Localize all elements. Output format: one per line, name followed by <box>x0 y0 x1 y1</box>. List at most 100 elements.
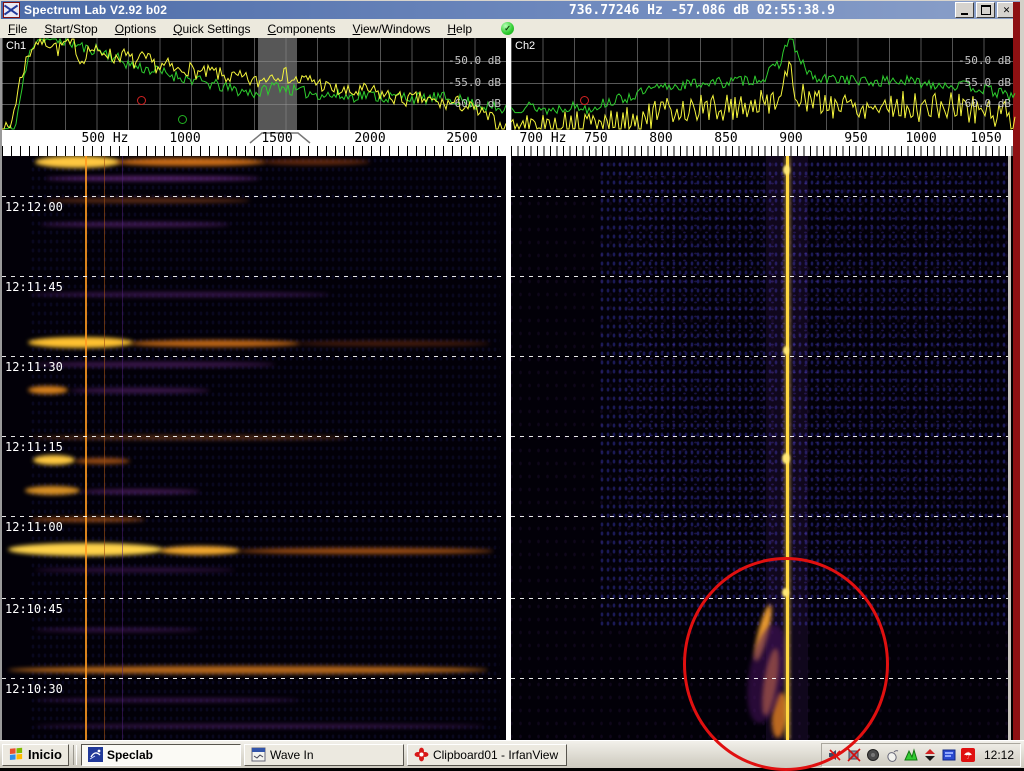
signal-streak <box>70 388 210 393</box>
time-gridline <box>2 598 506 599</box>
menu-item-options[interactable]: Options <box>115 22 156 36</box>
cursor-marker-icon <box>137 96 146 105</box>
menu-item-file[interactable]: File <box>8 22 27 36</box>
noise-texture <box>599 160 1008 630</box>
time-gridline <box>2 196 506 197</box>
spectrum-panel-ch2[interactable]: Ch2 -50.0 dB-55.0 dB-60.0 dB <box>511 38 1016 130</box>
freq-scale-right[interactable]: 700 Hz75080085090095010001050 <box>511 130 1019 156</box>
taskbar-button-label: Clipboard01 - IrfanView <box>433 748 558 762</box>
windows-logo-icon <box>9 747 24 762</box>
mouse-icon[interactable] <box>885 748 899 762</box>
time-axis-label: 12:11:00 <box>5 520 63 534</box>
noise-texture <box>30 156 500 740</box>
menu-item-components[interactable]: Components <box>268 22 336 36</box>
updown-arrows-icon[interactable] <box>923 748 937 762</box>
signal-streak <box>28 386 68 394</box>
db-axis-label: -60.0 dB <box>448 97 501 110</box>
desktop: { "window": { "title": "Spectrum Lab V2.… <box>0 0 1024 768</box>
cursor-marker-icon <box>580 96 589 105</box>
taskbar-button-speclab[interactable]: Speclab <box>81 744 241 766</box>
db-axis-label: -55.0 dB <box>958 76 1011 89</box>
menu-item-help[interactable]: Help <box>447 22 472 36</box>
taskbar-button-label: Speclab <box>107 748 153 762</box>
minimize-icon <box>961 13 968 15</box>
task-buttons: Speclab Wave In Clipboard01 - IrfanView <box>81 744 567 766</box>
menu-item-view-windows[interactable]: View/Windows <box>353 22 431 36</box>
wavein-icon <box>251 747 266 762</box>
freq-tick-label: 800 <box>649 131 672 146</box>
audio-device-disabled-icon[interactable] <box>847 748 861 762</box>
freq-scale-left[interactable]: 500 Hz1000150020002500 <box>2 130 506 156</box>
avira-antivirus-icon[interactable]: ☂ <box>961 748 975 762</box>
waterfall-ch2[interactable] <box>511 156 1008 740</box>
menu-bar: File Start/Stop Options Quick Settings Compo… <box>0 19 1024 38</box>
taskbar-button-label: Wave In <box>270 748 314 762</box>
time-gridline <box>2 436 506 437</box>
taskbar-button-clipboard01-irfanview[interactable]: Clipboard01 - IrfanView <box>407 744 567 766</box>
spectrum-traces-ch2 <box>511 38 1016 130</box>
network-monitor-icon[interactable] <box>904 748 918 762</box>
noise-texture <box>621 176 981 596</box>
time-gridline <box>511 678 1008 679</box>
signal-streak <box>80 489 200 494</box>
spectrum-trace-ch2-yellow <box>511 62 1015 129</box>
freq-ticks-right <box>511 146 1019 156</box>
time-gridline <box>511 598 1008 599</box>
db-axis-label: -50.0 dB <box>958 54 1011 67</box>
signal-streak <box>160 546 240 555</box>
minimize-button[interactable] <box>955 2 974 18</box>
signal-streak <box>238 548 493 554</box>
close-icon: ✕ <box>1003 5 1011 16</box>
db-axis-label: -60.0 dB <box>958 97 1011 110</box>
menu-item-quick-settings[interactable]: Quick Settings <box>173 22 250 36</box>
time-gridline <box>2 516 506 517</box>
start-button-label: Inicio <box>28 747 62 762</box>
maximize-button[interactable] <box>976 2 995 18</box>
time-gridline <box>511 516 1008 517</box>
time-axis-label: 12:10:30 <box>5 682 63 696</box>
carrier-line <box>122 156 123 740</box>
app-icon <box>3 2 20 18</box>
signal-streak <box>130 340 300 347</box>
freq-tick-label: 700 Hz <box>520 131 567 146</box>
speclab-icon <box>88 747 103 762</box>
signal-streak <box>35 568 235 572</box>
volume-knob-icon[interactable] <box>866 748 880 762</box>
signal-streak <box>115 158 265 166</box>
menu-bar-items: File Start/Stop Options Quick Settings Compo… <box>8 22 472 36</box>
titlebar[interactable]: Spectrum Lab V2.92 b02 736.77246 Hz -57.… <box>0 0 1024 19</box>
signal-streak <box>28 337 133 348</box>
maximize-icon <box>981 5 991 15</box>
time-gridline <box>511 436 1008 437</box>
waterfall-ch1[interactable]: 12:12:0012:11:4512:11:3012:11:1512:11:00… <box>2 156 506 740</box>
carrier-knot <box>783 346 789 355</box>
menu-item-start-stop[interactable]: Start/Stop <box>44 22 97 36</box>
spectrum-traces-ch1 <box>2 38 506 130</box>
carrier-knot <box>782 453 790 464</box>
freq-tick-label: 1050 <box>970 131 1001 146</box>
volume-muted-icon[interactable] <box>828 748 842 762</box>
taskbar-clock[interactable]: 12:12 <box>984 748 1014 762</box>
freq-tick-label: 950 <box>844 131 867 146</box>
freq-tick-label: 750 <box>584 131 607 146</box>
panel-divider <box>506 38 511 740</box>
channel-label-ch1: Ch1 <box>6 40 26 52</box>
display-settings-icon[interactable] <box>942 748 956 762</box>
signal-streak <box>35 698 300 702</box>
cursor-marker-icon <box>178 115 187 124</box>
time-axis-label: 12:11:15 <box>5 440 63 454</box>
taskbar-button-wave-in[interactable]: Wave In <box>244 744 404 766</box>
signal-streak <box>35 628 200 632</box>
signal-streak <box>35 362 275 367</box>
time-axis-label: 12:12:00 <box>5 200 63 214</box>
time-gridline <box>2 356 506 357</box>
tray-icons: ☂ <box>828 748 975 762</box>
start-button[interactable]: Inicio <box>2 744 69 766</box>
taskbar-separator <box>73 745 77 765</box>
signal-streak <box>35 724 485 728</box>
db-axis-label: -50.0 dB <box>448 54 501 67</box>
time-axis-label: 12:11:45 <box>5 280 63 294</box>
spectrum-panel-ch1[interactable]: Ch1 -50.0 dB-55.0 dB-60.0 dB <box>2 38 506 130</box>
time-gridline <box>2 276 506 277</box>
freq-tick-label: 2000 <box>354 131 385 146</box>
